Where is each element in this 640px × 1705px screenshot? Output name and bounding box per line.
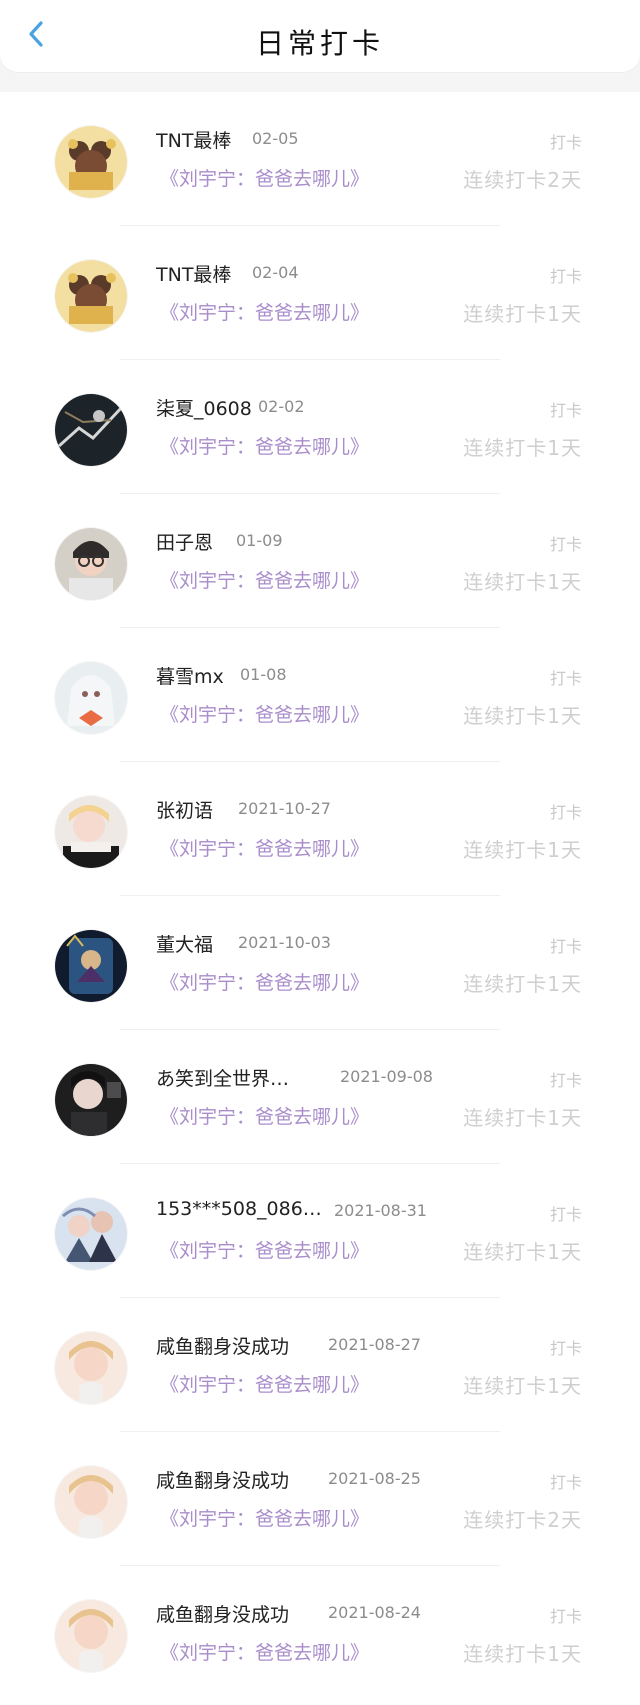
streak-text: 连续打卡1天 — [463, 972, 582, 996]
checkin-label: 打卡 — [549, 937, 582, 956]
avatar[interactable] — [55, 1466, 127, 1538]
user-name: 田子恩 — [156, 532, 214, 554]
program-title: 《刘宇宁：爸爸去哪儿》 — [160, 1508, 370, 1530]
list-item[interactable]: 张初语 2021-10-27 《刘宇宁：爸爸去哪儿》 打卡 连续打卡1天 — [0, 762, 640, 896]
checkin-date: 01-08 — [240, 665, 287, 684]
user-name: 咸鱼翻身没成功 — [156, 1470, 290, 1492]
checkin-label: 打卡 — [549, 669, 582, 688]
list-item[interactable]: TNT最棒 02-04 《刘宇宁：爸爸去哪儿》 打卡 连续打卡1天 — [0, 226, 640, 360]
checkin-date: 2021-08-25 — [328, 1469, 421, 1488]
avatar[interactable] — [55, 1332, 127, 1404]
user-name: 咸鱼翻身没成功 — [156, 1604, 290, 1626]
checkin-date: 2021-08-24 — [328, 1603, 421, 1622]
program-title: 《刘宇宁：爸爸去哪儿》 — [160, 838, 370, 860]
user-name: 暮雪mx — [156, 666, 224, 688]
program-title: 《刘宇宁：爸爸去哪儿》 — [160, 972, 370, 994]
streak-text: 连续打卡1天 — [463, 704, 582, 728]
checkin-list: TNT最棒 02-05 《刘宇宁：爸爸去哪儿》 打卡 连续打卡2天 TNT最棒 … — [0, 92, 640, 1705]
user-name: 张初语 — [156, 800, 214, 822]
checkin-date: 02-02 — [258, 397, 305, 416]
list-item[interactable]: 田子恩 01-09 《刘宇宁：爸爸去哪儿》 打卡 连续打卡1天 — [0, 494, 640, 628]
program-title: 《刘宇宁：爸爸去哪儿》 — [160, 1106, 370, 1128]
checkin-label: 打卡 — [549, 1205, 582, 1224]
program-title: 《刘宇宁：爸爸去哪儿》 — [160, 1374, 370, 1396]
checkin-date: 2021-09-08 — [340, 1067, 433, 1086]
avatar[interactable] — [55, 394, 127, 466]
user-name: 153***508_086851699 — [156, 1198, 326, 1220]
program-title: 《刘宇宁：爸爸去哪儿》 — [160, 570, 370, 592]
user-name: 柒夏_0608 — [156, 398, 252, 420]
user-name: あ笑到全世界… — [156, 1068, 290, 1090]
streak-text: 连续打卡1天 — [463, 436, 582, 460]
list-item[interactable]: 咸鱼翻身没成功 2021-08-25 《刘宇宁：爸爸去哪儿》 打卡 连续打卡2天 — [0, 1432, 640, 1566]
streak-text: 连续打卡1天 — [463, 838, 582, 862]
avatar[interactable] — [55, 796, 127, 868]
list-item[interactable]: 153***508_086851699 2021-08-31 《刘宇宁：爸爸去哪… — [0, 1164, 640, 1298]
list-item[interactable]: 柒夏_0608 02-02 《刘宇宁：爸爸去哪儿》 打卡 连续打卡1天 — [0, 360, 640, 494]
avatar[interactable] — [55, 528, 127, 600]
user-name: 董大福 — [156, 934, 214, 956]
header-card: 日常打卡 — [0, 0, 640, 72]
streak-text: 连续打卡1天 — [463, 1374, 582, 1398]
streak-text: 连续打卡1天 — [463, 1240, 582, 1264]
program-title: 《刘宇宁：爸爸去哪儿》 — [160, 302, 370, 324]
program-title: 《刘宇宁：爸爸去哪儿》 — [160, 168, 370, 190]
user-name: 咸鱼翻身没成功 — [156, 1336, 290, 1358]
avatar[interactable] — [55, 1064, 127, 1136]
checkin-label: 打卡 — [549, 133, 582, 152]
avatar[interactable] — [55, 662, 127, 734]
checkin-label: 打卡 — [549, 1071, 582, 1090]
checkin-label: 打卡 — [549, 1607, 582, 1626]
avatar[interactable] — [55, 1600, 127, 1672]
streak-text: 连续打卡2天 — [463, 1508, 582, 1532]
checkin-date: 2021-10-03 — [238, 933, 331, 952]
streak-text: 连续打卡1天 — [463, 570, 582, 594]
streak-text: 连续打卡1天 — [463, 1106, 582, 1130]
avatar[interactable] — [55, 260, 127, 332]
checkin-label: 打卡 — [549, 1473, 582, 1492]
page-title: 日常打卡 — [255, 27, 384, 60]
list-item[interactable]: あ笑到全世界… 2021-09-08 《刘宇宁：爸爸去哪儿》 打卡 连续打卡1天 — [0, 1030, 640, 1164]
list-item[interactable]: 咸鱼翻身没成功 2021-08-24 《刘宇宁：爸爸去哪儿》 打卡 连续打卡1天 — [0, 1566, 640, 1700]
top-bar: 日常打卡 — [0, 0, 640, 92]
streak-text: 连续打卡2天 — [463, 168, 582, 192]
user-name: TNT最棒 — [156, 264, 232, 286]
program-title: 《刘宇宁：爸爸去哪儿》 — [160, 436, 370, 458]
user-name: TNT最棒 — [156, 130, 232, 152]
program-title: 《刘宇宁：爸爸去哪儿》 — [160, 1240, 370, 1262]
avatar[interactable] — [55, 930, 127, 1002]
checkin-date: 02-05 — [252, 129, 299, 148]
checkin-label: 打卡 — [549, 803, 582, 822]
avatar[interactable] — [55, 1198, 127, 1270]
list-item[interactable]: 暮雪mx 01-08 《刘宇宁：爸爸去哪儿》 打卡 连续打卡1天 — [0, 628, 640, 762]
checkin-label: 打卡 — [549, 401, 582, 420]
avatar[interactable] — [55, 126, 127, 198]
program-title: 《刘宇宁：爸爸去哪儿》 — [160, 704, 370, 726]
checkin-label: 打卡 — [549, 1339, 582, 1358]
checkin-date: 2021-08-27 — [328, 1335, 421, 1354]
streak-text: 连续打卡1天 — [463, 1642, 582, 1666]
list-item[interactable]: TNT最棒 02-05 《刘宇宁：爸爸去哪儿》 打卡 连续打卡2天 — [0, 92, 640, 226]
checkin-date: 01-09 — [236, 531, 283, 550]
list-item[interactable]: 董大福 2021-10-03 《刘宇宁：爸爸去哪儿》 打卡 连续打卡1天 — [0, 896, 640, 1030]
checkin-date: 02-04 — [252, 263, 299, 282]
program-title: 《刘宇宁：爸爸去哪儿》 — [160, 1642, 370, 1664]
checkin-date: 2021-10-27 — [238, 799, 331, 818]
streak-text: 连续打卡1天 — [463, 302, 582, 326]
checkin-label: 打卡 — [549, 267, 582, 286]
checkin-label: 打卡 — [549, 535, 582, 554]
list-item[interactable]: 咸鱼翻身没成功 2021-08-27 《刘宇宁：爸爸去哪儿》 打卡 连续打卡1天 — [0, 1298, 640, 1432]
checkin-date: 2021-08-31 — [334, 1201, 427, 1220]
